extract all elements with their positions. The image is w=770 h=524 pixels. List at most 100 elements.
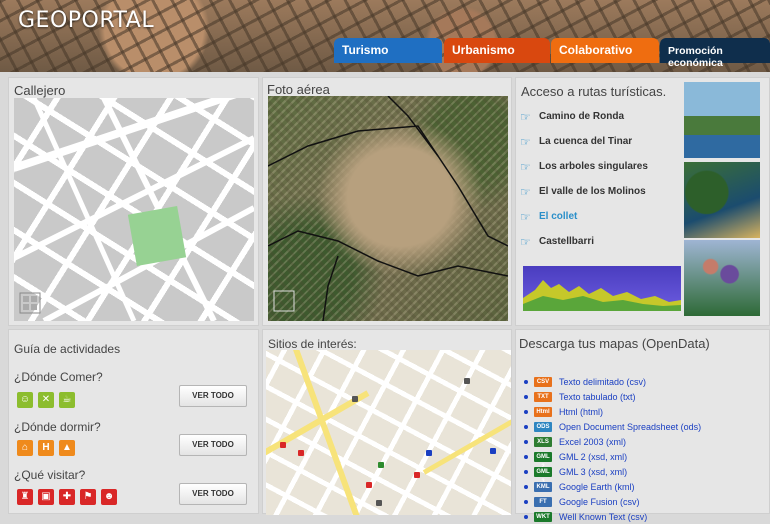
rutas-panel: Acceso a rutas turísticas. ☞ Camino de Ro… xyxy=(515,77,770,326)
download-label: Html (html) xyxy=(559,406,603,417)
download-label: Google Fusion (csv) xyxy=(559,496,640,507)
download-label: Excel 2003 (xml) xyxy=(559,436,627,447)
pointing-hand-icon: ☞ xyxy=(520,234,531,249)
points-of-interest-map[interactable] xyxy=(266,350,511,515)
cup-icon[interactable]: ☕ xyxy=(59,392,75,408)
dormir-question: ¿Dónde dormir? xyxy=(14,420,101,434)
cutlery-icon[interactable]: ✕ xyxy=(38,392,54,408)
visitar-icons: ♜ ▣ ✚ ⚑ ☻ xyxy=(17,489,117,505)
route-label: El collet xyxy=(539,211,578,222)
download-label: Google Earth (kml) xyxy=(559,481,635,492)
actividades-title: Guía de actividades xyxy=(14,342,121,356)
pointing-hand-icon: ☞ xyxy=(520,184,531,199)
descarga-title: Descarga tus mapas (OpenData) xyxy=(519,336,710,351)
main-road xyxy=(422,410,511,475)
wkt-file-icon: WKT xyxy=(534,511,552,522)
route-item[interactable]: ☞ El valle de los Molinos xyxy=(520,179,680,204)
poi-marker[interactable] xyxy=(298,450,304,456)
download-item[interactable]: WKT Well Known Text (csv) xyxy=(524,509,701,524)
route-photo[interactable] xyxy=(684,82,760,158)
route-label: Castellbarri xyxy=(539,236,595,247)
route-item[interactable]: ☞ La cuenca del Tinar xyxy=(520,129,680,154)
route-item[interactable]: ☞ Camino de Ronda xyxy=(520,104,680,129)
download-label: Texto delimitado (csv) xyxy=(559,376,647,387)
download-item[interactable]: ODS Open Document Spreadsheet (ods) xyxy=(524,419,701,434)
church-icon[interactable]: ✚ xyxy=(59,489,75,505)
ver-todo-dormir-button[interactable]: VER TODO xyxy=(179,434,247,456)
park-area xyxy=(127,206,187,266)
download-item[interactable]: CSV Texto delimitado (csv) xyxy=(524,374,701,389)
visitar-question: ¿Qué visitar? xyxy=(14,468,86,482)
tab-colaborativo[interactable]: Colaborativo xyxy=(551,38,659,63)
poi-marker[interactable] xyxy=(366,482,372,488)
poi-marker[interactable] xyxy=(490,448,496,454)
aerial-photo-map[interactable] xyxy=(268,96,508,321)
ver-todo-comer-button[interactable]: VER TODO xyxy=(179,385,247,407)
route-item[interactable]: ☞ Los arboles singulares xyxy=(520,154,680,179)
elevation-profile xyxy=(523,266,681,311)
txt-file-icon: TXT xyxy=(534,391,552,402)
download-item[interactable]: GML 2 GML 2 (xsd, xml) xyxy=(524,449,701,470)
excel-file-icon: XLS xyxy=(534,436,552,447)
route-label: Los arboles singulares xyxy=(539,161,648,172)
tab-turismo[interactable]: Turismo xyxy=(334,38,442,63)
tab-urbanismo[interactable]: Urbanismo xyxy=(444,38,550,63)
tent-icon[interactable]: ▲ xyxy=(59,440,75,456)
download-label: Well Known Text (csv) xyxy=(559,511,648,522)
hotel-icon[interactable]: H xyxy=(38,440,54,456)
download-item[interactable]: Html Html (html) xyxy=(524,404,701,419)
download-item[interactable]: KML Google Earth (kml) xyxy=(524,479,701,494)
download-label: Open Document Spreadsheet (ods) xyxy=(559,421,702,432)
kml-file-icon: KML xyxy=(534,481,552,492)
route-photo[interactable] xyxy=(684,240,760,316)
rutas-title: Acceso a rutas turísticas. xyxy=(521,84,667,99)
route-list: ☞ Camino de Ronda ☞ La cuenca del Tinar ☞ L… xyxy=(520,104,680,254)
boundary-lines xyxy=(268,96,508,321)
pointing-hand-icon: ☞ xyxy=(520,209,531,224)
download-item[interactable]: FT Google Fusion (csv) xyxy=(524,494,701,509)
campsite-icon[interactable]: ⌂ xyxy=(17,440,33,456)
route-label: El valle de los Molinos xyxy=(539,186,646,197)
route-item[interactable]: ☞ Castellbarri xyxy=(520,229,680,254)
callejero-panel: Callejero xyxy=(8,77,259,326)
tab-promocion-economica[interactable]: Promoción económica xyxy=(660,38,770,69)
poi-marker[interactable] xyxy=(426,450,432,456)
download-item[interactable]: TXT Texto tabulado (txt) xyxy=(524,389,701,404)
foto-aerea-title: Foto aérea xyxy=(267,82,330,97)
poi-marker[interactable] xyxy=(352,396,358,402)
ver-todo-visitar-button[interactable]: VER TODO xyxy=(179,483,247,505)
poi-marker[interactable] xyxy=(376,500,382,506)
download-item[interactable]: GML 3 GML 3 (xsd, xml) xyxy=(524,464,701,485)
theater-icon[interactable]: ☻ xyxy=(101,489,117,505)
download-label: Texto tabulado (txt) xyxy=(559,391,636,402)
fusion-file-icon: FT xyxy=(534,496,552,507)
callejero-title: Callejero xyxy=(14,83,66,98)
pointing-hand-icon: ☞ xyxy=(520,109,531,124)
foto-aerea-panel: Foto aérea xyxy=(262,77,512,326)
download-label: GML 3 (xsd, xml) xyxy=(559,466,628,477)
poi-marker[interactable] xyxy=(414,472,420,478)
street-lines xyxy=(14,98,254,321)
route-item[interactable]: ☞ El collet xyxy=(520,204,680,229)
actividades-panel: Guía de actividades ¿Dónde Comer? ☺ ✕ ☕ … xyxy=(8,329,259,514)
download-item[interactable]: XLS Excel 2003 (xml) xyxy=(524,434,701,449)
museum-icon[interactable]: ♜ xyxy=(17,489,33,505)
monument-icon[interactable]: ▣ xyxy=(38,489,54,505)
sitios-title: Sitios de interés: xyxy=(268,337,357,351)
header-banner: GEOPORTAL Turismo Urbanismo Colaborativo… xyxy=(0,0,770,72)
street-map[interactable] xyxy=(14,98,254,321)
flag-icon[interactable]: ⚑ xyxy=(80,489,96,505)
download-label: GML 2 (xsd, xml) xyxy=(559,451,628,462)
poi-marker[interactable] xyxy=(280,442,286,448)
site-logo[interactable]: GEOPORTAL xyxy=(18,8,154,33)
poi-marker[interactable] xyxy=(378,462,384,468)
ods-file-icon: ODS xyxy=(534,421,552,432)
pointing-hand-icon: ☞ xyxy=(520,159,531,174)
poi-marker[interactable] xyxy=(464,378,470,384)
face-icon[interactable]: ☺ xyxy=(17,392,33,408)
descarga-panel: Descarga tus mapas (OpenData) CSV Texto d… xyxy=(515,329,770,522)
route-label: Camino de Ronda xyxy=(539,111,625,122)
comer-question: ¿Dónde Comer? xyxy=(14,370,103,384)
route-photo[interactable] xyxy=(684,162,760,238)
gml3-file-icon: GML 3 xyxy=(534,466,552,485)
